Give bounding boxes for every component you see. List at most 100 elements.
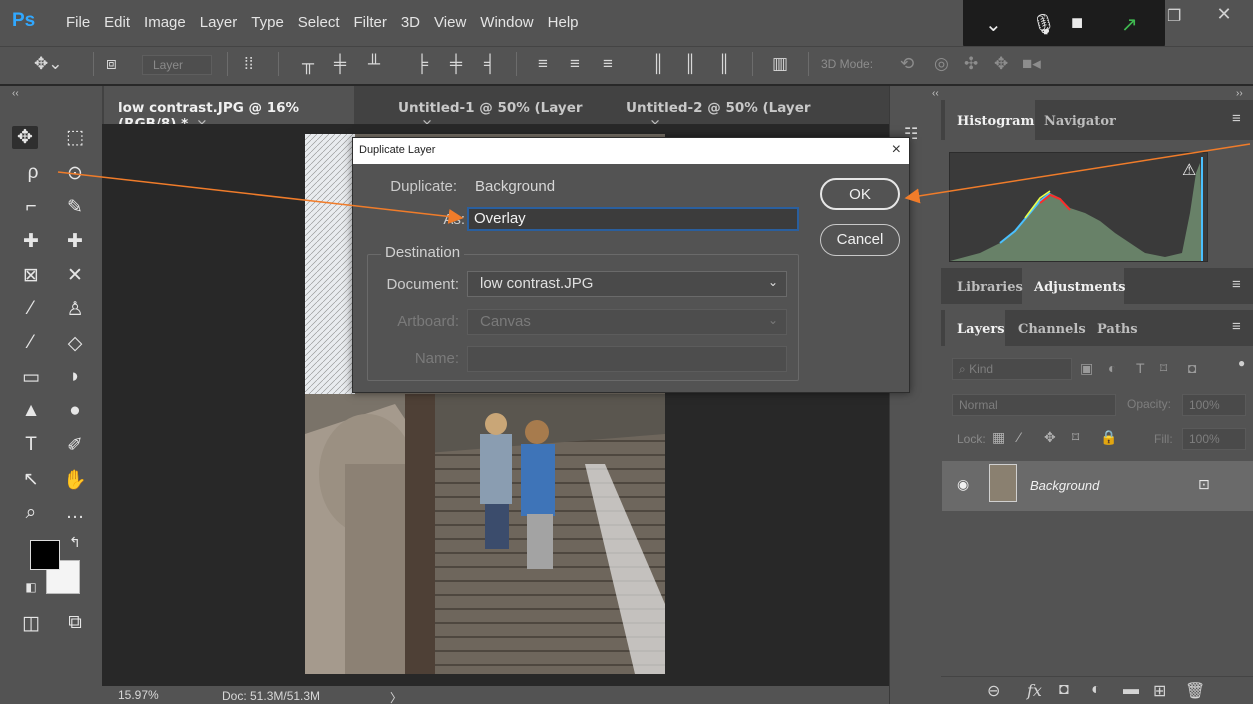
filter-smart-object-icon[interactable]: ◘ [1188, 360, 1196, 376]
menu-select[interactable]: Select [298, 14, 340, 31]
quick-selection-icon[interactable]: ⊙ [62, 162, 88, 185]
3d-roll-icon[interactable]: ◎ [934, 54, 949, 74]
pen-tool-icon[interactable]: ✐ [62, 434, 88, 457]
opacity-field[interactable]: 100% [1182, 394, 1246, 416]
default-colors-icon[interactable]: ◧ [18, 580, 44, 594]
tab-histogram[interactable]: Histogram [957, 114, 1034, 129]
menu-window[interactable]: Window [480, 14, 533, 31]
brush-icon[interactable]: ⁄ [18, 298, 44, 320]
menu-3d[interactable]: 3D [401, 14, 420, 31]
spot-healing-icon[interactable]: ✚ [18, 230, 44, 253]
zoom-level[interactable]: 15.97% [118, 688, 159, 702]
auto-align-icon[interactable]: ▥ [772, 54, 788, 74]
3d-scale-icon[interactable]: ■◂ [1022, 54, 1041, 74]
type-tool-icon[interactable]: T [18, 434, 44, 456]
document-select[interactable]: low contrast.JPG ⌄ [467, 271, 787, 297]
zoom-tool-icon[interactable]: ⌕ [18, 502, 44, 524]
share-screen-icon[interactable]: ↗ [1121, 12, 1138, 37]
path-selection-icon[interactable]: ↖ [18, 468, 44, 491]
lock-position-icon[interactable]: ✥ [1044, 429, 1056, 446]
crop-icon[interactable]: ⌐ [18, 196, 44, 218]
filter-type-icon[interactable]: T [1136, 360, 1145, 376]
rectangular-marquee-icon[interactable]: ⬚ [62, 126, 88, 149]
history-brush-icon[interactable]: ⁄ [18, 332, 44, 354]
menu-image[interactable]: Image [144, 14, 186, 31]
tab-channels[interactable]: Channels [1018, 322, 1086, 337]
lock-transparent-icon[interactable]: ▦ [992, 429, 1005, 446]
foreground-color-swatch[interactable] [30, 540, 60, 570]
tab-adjustments[interactable]: Adjustments [1034, 280, 1125, 295]
menu-layer[interactable]: Layer [200, 14, 238, 31]
tab-layers[interactable]: Layers [957, 322, 1005, 337]
panel-menu-icon[interactable]: ≡ [1232, 276, 1241, 293]
align-bottom-icon[interactable]: ╨ [368, 54, 380, 74]
add-mask-icon[interactable]: ◘ [1059, 681, 1069, 699]
status-menu-icon[interactable]: 〉 [390, 689, 402, 704]
distribute-right-icon[interactable]: ║ [718, 54, 730, 74]
cancel-button[interactable]: Cancel [820, 224, 900, 256]
distribute-left-icon[interactable]: ║ [652, 54, 664, 74]
tab-untitled-2[interactable]: Untitled-2 @ 50% (Layer ...× [612, 86, 842, 132]
3d-orbit-icon[interactable]: ⟲ [900, 54, 914, 74]
quick-mask-icon[interactable]: ◫ [18, 612, 44, 635]
lock-all-icon[interactable]: 🔒 [1100, 429, 1117, 446]
distribute-hcenter-icon[interactable]: ║ [684, 54, 696, 74]
auto-select-icon[interactable]: ⧈ [106, 54, 117, 74]
align-left-icon[interactable]: ╞ [416, 54, 428, 74]
tab-untitled-1[interactable]: Untitled-1 @ 50% (Layer ...× [384, 86, 610, 132]
frame-tool-icon[interactable]: ⊠ [18, 264, 44, 287]
menu-file[interactable]: File [66, 14, 90, 31]
panel-menu-icon[interactable]: ≡ [1232, 110, 1241, 127]
tab-navigator[interactable]: Navigator [1044, 114, 1116, 129]
transform-controls-icon[interactable]: ⁞⁞ [244, 54, 253, 74]
align-vertical-center-icon[interactable]: ╪ [334, 54, 346, 74]
hand-tool-icon[interactable]: ✋ [62, 468, 88, 492]
move-tool-icon[interactable]: ✥⌄ [34, 54, 63, 74]
auto-select-target-dropdown[interactable]: Layer [142, 55, 212, 75]
blur-icon[interactable]: ◗ [62, 366, 88, 388]
layer-kind-filter[interactable]: ⌕ Kind [952, 358, 1072, 380]
dialog-close-icon[interactable]: × [892, 141, 901, 159]
collapse-panel-icon[interactable]: ‹‹ [932, 88, 939, 99]
microphone-icon[interactable]: 🎙 [1031, 12, 1056, 37]
menu-type[interactable]: Type [251, 14, 284, 31]
video-camera-icon[interactable]: ■ [1071, 12, 1083, 35]
eraser-icon[interactable]: ◇ [62, 332, 88, 355]
gradient-icon[interactable]: ▭ [18, 366, 44, 389]
distribute-bottom-icon[interactable]: ≡ [603, 54, 613, 74]
eyedropper-icon[interactable]: ✎ [62, 196, 88, 219]
delete-layer-icon[interactable]: 🗑 [1185, 681, 1205, 701]
content-aware-move-icon[interactable]: ✕ [62, 264, 88, 287]
new-layer-icon[interactable]: ⊞ [1153, 681, 1166, 701]
restore-window-icon[interactable]: ❐ [1167, 6, 1181, 26]
filter-shape-icon[interactable]: ⌑ [1160, 360, 1167, 377]
swap-colors-icon[interactable]: ↰ [62, 534, 88, 551]
tab-libraries[interactable]: Libraries [957, 280, 1023, 295]
as-name-input[interactable]: Overlay [467, 207, 799, 231]
filter-toggle-icon[interactable]: ● [1238, 356, 1245, 370]
align-top-icon[interactable]: ╥ [302, 54, 314, 74]
name-input[interactable] [467, 346, 787, 372]
close-window-icon[interactable]: ✕ [1199, 4, 1249, 32]
layer-style-icon[interactable]: fx [1027, 681, 1042, 700]
chevron-down-icon[interactable]: ⌄ [985, 12, 1002, 37]
align-horizontal-center-icon[interactable]: ╪ [450, 54, 462, 74]
fill-field[interactable]: 100% [1182, 428, 1246, 450]
new-adjustment-icon[interactable]: ◐ [1091, 681, 1101, 699]
distribute-top-icon[interactable]: ≡ [538, 54, 548, 74]
lock-image-icon[interactable]: ⁄ [1018, 429, 1020, 445]
dodge-icon[interactable]: ▲ [18, 400, 44, 422]
3d-pan-icon[interactable]: ✣ [964, 54, 978, 74]
lasso-icon[interactable]: ρ [20, 162, 46, 184]
distribute-vcenter-icon[interactable]: ≡ [570, 54, 580, 74]
layer-name[interactable]: Background [1030, 478, 1099, 493]
more-tools-icon[interactable]: … [62, 502, 88, 524]
visibility-eye-icon[interactable]: ◉ [957, 476, 969, 493]
ok-button[interactable]: OK [820, 178, 900, 210]
healing-brush-icon[interactable]: ✚ [62, 230, 88, 253]
menu-view[interactable]: View [434, 14, 466, 31]
clone-stamp-icon[interactable]: ♙ [62, 298, 88, 321]
3d-slide-icon[interactable]: ✥ [994, 54, 1008, 74]
panel-menu-icon[interactable]: ≡ [1232, 318, 1241, 335]
filter-adjustment-icon[interactable]: ◐ [1108, 360, 1116, 376]
